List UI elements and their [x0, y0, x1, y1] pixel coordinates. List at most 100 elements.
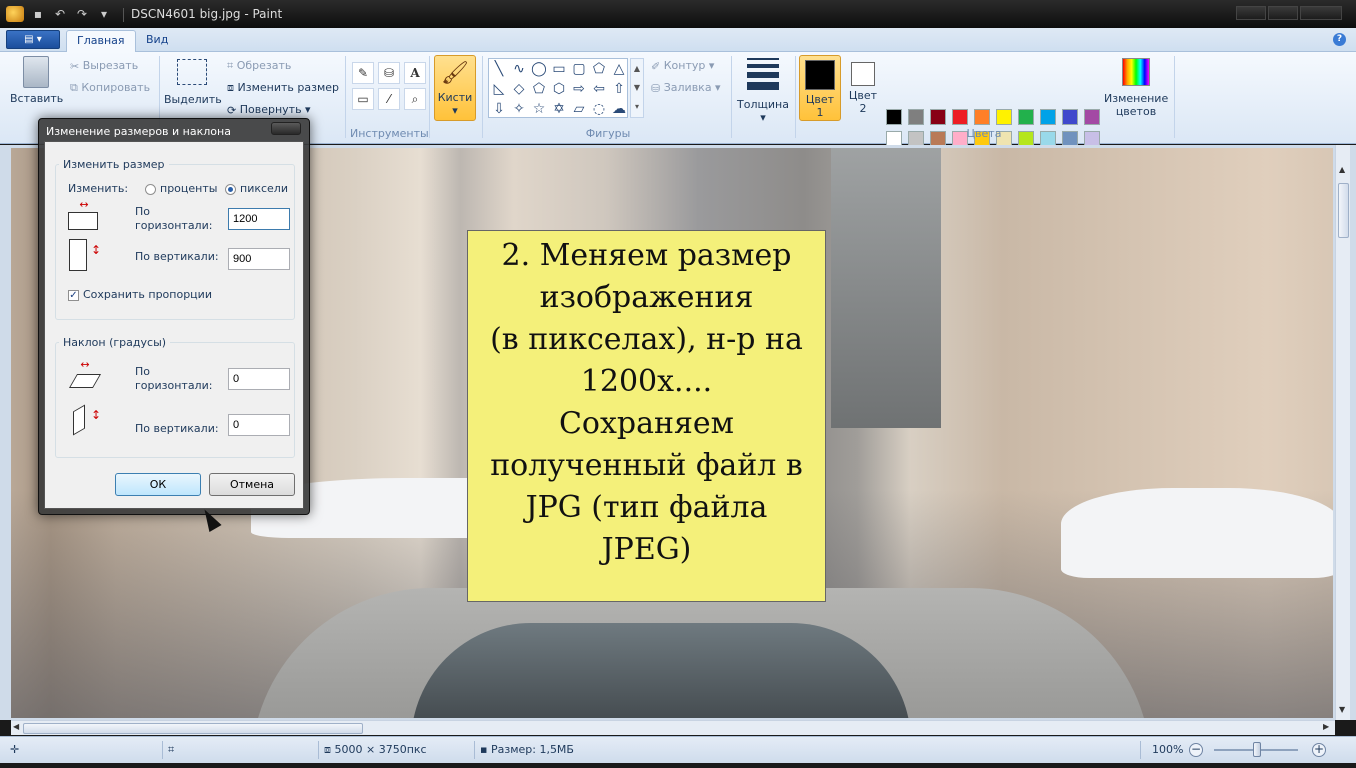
- percent-radio[interactable]: проценты: [145, 182, 217, 196]
- ok-button[interactable]: ОК: [115, 473, 201, 496]
- fill-bucket-icon[interactable]: ⛁: [378, 62, 400, 84]
- magnifier-icon[interactable]: ⌕: [404, 88, 426, 110]
- line-shape-icon[interactable]: ╲: [489, 59, 509, 79]
- horizontal-size-input[interactable]: [228, 208, 290, 230]
- vertical-size-input[interactable]: [228, 248, 290, 270]
- keep-ratio-checkbox[interactable]: ✓ Сохранить пропорции: [68, 288, 212, 302]
- save-icon[interactable]: ▪: [30, 6, 46, 22]
- callout-oval-icon[interactable]: ◌: [589, 99, 609, 119]
- paint-menu-button[interactable]: ▤ ▾: [6, 30, 60, 49]
- callout-rect-icon[interactable]: ▱: [569, 99, 589, 119]
- eraser-icon[interactable]: ▭: [352, 88, 374, 110]
- maximize-button[interactable]: [1268, 6, 1298, 20]
- close-button[interactable]: [1300, 6, 1342, 20]
- edit-colors-button[interactable]: Изменение цветов: [1104, 58, 1168, 118]
- vertical-scrollbar[interactable]: ▲ ▼: [1335, 145, 1350, 720]
- file-size: ▪ Размер: 1,5МБ: [480, 743, 574, 756]
- paste-button[interactable]: Вставить: [10, 56, 64, 105]
- resize-button[interactable]: ⧈ Изменить размер: [227, 81, 339, 95]
- resize-label: Изменить размер: [237, 81, 340, 94]
- right-triangle-shape-icon[interactable]: ◺: [489, 79, 509, 99]
- redo-icon[interactable]: ↷: [74, 6, 90, 22]
- paint-app-icon[interactable]: [6, 6, 24, 22]
- palette-color-swatch[interactable]: [886, 109, 902, 125]
- color1-swatch: [805, 60, 835, 90]
- size-label: Толщина: [737, 98, 789, 111]
- paste-label: Вставить: [10, 92, 64, 105]
- rounded-rectangle-shape-icon[interactable]: ▢: [569, 59, 589, 79]
- group-separator: [482, 56, 483, 138]
- triangle-shape-icon[interactable]: △: [609, 59, 629, 79]
- size-button[interactable]: Толщина ▾: [736, 58, 790, 124]
- pixels-radio[interactable]: пиксели: [225, 182, 288, 196]
- scroll-left-icon[interactable]: ◀: [13, 722, 19, 731]
- brushes-button[interactable]: 🖌 Кисти ▾: [434, 55, 476, 121]
- qat-dropdown-icon[interactable]: ▾: [96, 6, 112, 22]
- diamond-shape-icon[interactable]: ◇: [509, 79, 529, 99]
- rotate-icon: ⟳: [227, 103, 237, 117]
- rotate-button[interactable]: ⟳ Повернуть ▾: [227, 103, 311, 117]
- minimize-button[interactable]: [1236, 6, 1266, 20]
- palette-color-swatch[interactable]: [1084, 109, 1100, 125]
- help-icon[interactable]: ?: [1333, 33, 1346, 46]
- zoom-in-button[interactable]: +: [1312, 743, 1326, 757]
- pencil-icon[interactable]: ✎: [352, 62, 374, 84]
- zoom-out-button[interactable]: −: [1189, 743, 1203, 757]
- group-separator: [429, 56, 430, 138]
- up-arrow-shape-icon[interactable]: ⇧: [609, 79, 629, 99]
- cut-button[interactable]: ✂ Вырезать: [70, 59, 138, 73]
- pentagon-shape-icon[interactable]: ⬠: [529, 79, 549, 99]
- cloud-callout-icon[interactable]: ☁: [609, 99, 629, 119]
- horizontal-scrollbar[interactable]: ◀ ▶: [11, 720, 1335, 735]
- five-point-star-icon[interactable]: ☆: [529, 99, 549, 119]
- palette-color-swatch[interactable]: [1062, 109, 1078, 125]
- crop-button[interactable]: ⌗ Обрезать: [227, 59, 291, 73]
- dialog-close-button[interactable]: [271, 122, 301, 135]
- palette-color-swatch[interactable]: [1040, 109, 1056, 125]
- right-arrow-shape-icon[interactable]: ⇨: [569, 79, 589, 99]
- skew-vertical-input[interactable]: [228, 414, 290, 436]
- tab-home[interactable]: Главная: [66, 30, 136, 52]
- select-button[interactable]: Выделить: [164, 56, 222, 106]
- scroll-down-icon[interactable]: ▼: [1339, 705, 1345, 714]
- palette-color-swatch[interactable]: [952, 109, 968, 125]
- palette-color-swatch[interactable]: [908, 109, 924, 125]
- down-arrow-shape-icon[interactable]: ⇩: [489, 99, 509, 119]
- dialog-body: Изменить размер Изменить: проценты пиксе…: [44, 141, 304, 509]
- curve-shape-icon[interactable]: ∿: [509, 59, 529, 79]
- palette-color-swatch[interactable]: [930, 109, 946, 125]
- copy-button[interactable]: ⧉ Копировать: [70, 81, 150, 95]
- color1-button[interactable]: Цвет 1: [799, 55, 841, 121]
- oval-shape-icon[interactable]: ◯: [529, 59, 549, 79]
- horizontal-label: По горизонтали:: [135, 205, 213, 232]
- color2-number: 2: [859, 102, 867, 115]
- color2-button[interactable]: Цвет 2: [844, 59, 882, 115]
- text-icon[interactable]: A: [404, 62, 426, 84]
- undo-icon[interactable]: ↶: [52, 6, 68, 22]
- left-arrow-shape-icon[interactable]: ⇦: [589, 79, 609, 99]
- scroll-up-icon[interactable]: ▲: [1339, 165, 1345, 174]
- zoom-slider-thumb[interactable]: [1253, 742, 1261, 757]
- six-point-star-icon[interactable]: ✡: [549, 99, 569, 119]
- four-point-star-icon[interactable]: ✧: [509, 99, 529, 119]
- group-separator: [731, 56, 732, 138]
- palette-color-swatch[interactable]: [1018, 109, 1034, 125]
- polygon-shape-icon[interactable]: ⬠: [589, 59, 609, 79]
- fill-button[interactable]: ⛁ Заливка ▾: [651, 81, 721, 95]
- vertical-scroll-thumb[interactable]: [1338, 183, 1349, 238]
- rectangle-shape-icon[interactable]: ▭: [549, 59, 569, 79]
- cancel-button[interactable]: Отмена: [209, 473, 295, 496]
- palette-color-swatch[interactable]: [996, 109, 1012, 125]
- hexagon-shape-icon[interactable]: ⬡: [549, 79, 569, 99]
- dimensions-icon: ⧈: [324, 743, 331, 756]
- horizontal-scroll-thumb[interactable]: [23, 723, 363, 734]
- shapes-scroll[interactable]: ▲ ▼ ▾: [630, 58, 644, 118]
- skew-horizontal-input[interactable]: [228, 368, 290, 390]
- outline-label: Контур: [663, 59, 706, 72]
- color-picker-icon[interactable]: ⁄: [378, 88, 400, 110]
- window-controls: [1236, 6, 1342, 20]
- tab-view[interactable]: Вид: [136, 30, 178, 52]
- scroll-right-icon[interactable]: ▶: [1323, 722, 1329, 731]
- outline-button[interactable]: ✐ Контур ▾: [651, 59, 714, 73]
- palette-color-swatch[interactable]: [974, 109, 990, 125]
